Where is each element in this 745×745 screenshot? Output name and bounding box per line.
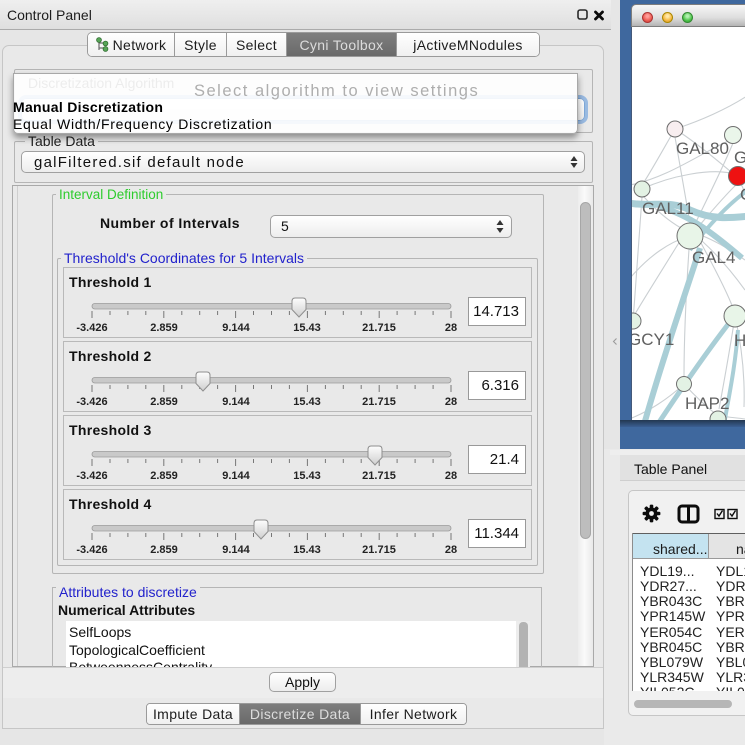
svg-text:21.715: 21.715 xyxy=(362,322,396,334)
svg-text:9.144: 9.144 xyxy=(222,322,250,334)
svg-text:GAL11: GAL11 xyxy=(642,199,694,218)
svg-text:HAP2: HAP2 xyxy=(685,394,729,413)
svg-text:2.859: 2.859 xyxy=(150,544,178,556)
svg-text:28: 28 xyxy=(445,396,457,408)
svg-text:C: C xyxy=(740,185,745,204)
svg-text:21.715: 21.715 xyxy=(362,396,396,408)
svg-text:28: 28 xyxy=(445,322,457,334)
svg-text:21.715: 21.715 xyxy=(362,544,396,556)
svg-text:9.144: 9.144 xyxy=(222,470,250,482)
svg-text:9.144: 9.144 xyxy=(222,396,250,408)
svg-text:15.43: 15.43 xyxy=(293,470,321,482)
svg-text:15.43: 15.43 xyxy=(293,396,321,408)
svg-text:-3.426: -3.426 xyxy=(76,544,107,556)
svg-text:GAL4: GAL4 xyxy=(692,248,735,267)
svg-text:15.43: 15.43 xyxy=(293,544,321,556)
svg-text:GA: GA xyxy=(734,148,745,167)
svg-text:-3.426: -3.426 xyxy=(76,322,107,334)
svg-text:9.144: 9.144 xyxy=(222,544,250,556)
svg-text:2.859: 2.859 xyxy=(150,396,178,408)
svg-text:21.715: 21.715 xyxy=(362,470,396,482)
svg-text:-3.426: -3.426 xyxy=(76,396,107,408)
svg-text:2.859: 2.859 xyxy=(150,470,178,482)
svg-text:28: 28 xyxy=(445,544,457,556)
svg-text:28: 28 xyxy=(445,470,457,482)
svg-text:GAL80: GAL80 xyxy=(676,139,729,158)
svg-text:2.859: 2.859 xyxy=(150,322,178,334)
svg-text:-3.426: -3.426 xyxy=(76,470,107,482)
svg-text:15.43: 15.43 xyxy=(293,322,321,334)
svg-text:GCY1: GCY1 xyxy=(632,330,674,349)
svg-text:H: H xyxy=(734,331,745,350)
